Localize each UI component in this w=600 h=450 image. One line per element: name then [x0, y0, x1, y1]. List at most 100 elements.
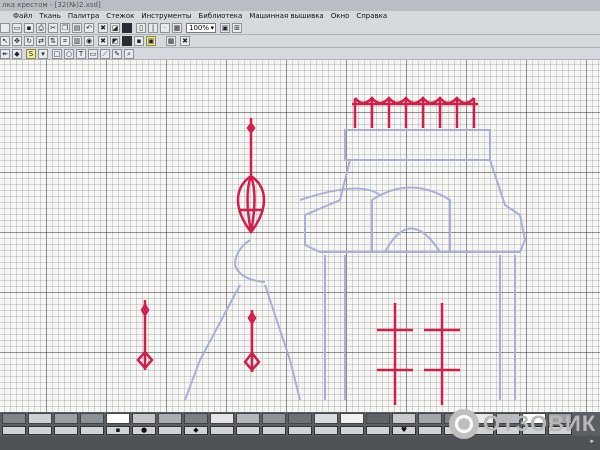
palette-symbol[interactable]: [314, 426, 338, 435]
grid-icon[interactable]: ▦: [172, 23, 182, 33]
full-stitch-icon[interactable]: ✖: [98, 23, 108, 33]
palette-swatch[interactable]: [418, 413, 442, 424]
palette-swatch[interactable]: [288, 413, 312, 424]
grid-toggle-icon[interactable]: ▦: [166, 36, 176, 46]
backstitch-icon[interactable]: ▯: [136, 23, 146, 33]
move-icon[interactable]: ✥: [12, 36, 22, 46]
rectangle-icon[interactable]: □: [52, 49, 62, 59]
palette-icon[interactable]: ◉: [84, 36, 94, 46]
menu-palette[interactable]: Палитра: [68, 11, 99, 22]
spire-outline: [184, 284, 301, 401]
stitch-quarter-icon[interactable]: ◩: [110, 36, 120, 46]
crop-icon[interactable]: ⌗: [60, 36, 70, 46]
menu-tools[interactable]: Инструменты: [141, 11, 191, 22]
palette-symbol[interactable]: [210, 426, 234, 435]
building-outline: [184, 129, 527, 401]
palette-symbol[interactable]: ◆: [184, 426, 208, 435]
cross-toggle-icon[interactable]: ✖: [180, 36, 190, 46]
watermark-logo-icon: [449, 409, 479, 439]
palette-swatch[interactable]: [2, 413, 26, 424]
palette-swatch[interactable]: [28, 413, 52, 424]
menu-file[interactable]: Файл: [13, 11, 32, 22]
paste-icon[interactable]: ▤: [72, 23, 82, 33]
menu-machine-embroidery[interactable]: Машинная вышивка: [249, 11, 323, 22]
palette-swatch[interactable]: [158, 413, 182, 424]
palette-swatch[interactable]: [210, 413, 234, 424]
palette-swatch[interactable]: [236, 413, 260, 424]
save-icon[interactable]: ▪: [24, 23, 34, 33]
toolbar-tools: ↖ ✥ ↻ ⇄ ⇅ ⌗ ▥ ◉ ✖ ◩ ▪ ▣ ▦ ✖: [0, 35, 600, 48]
palette-swatch[interactable]: [262, 413, 286, 424]
pencil-icon[interactable]: ✎: [112, 49, 122, 59]
dropdown-chevron-icon[interactable]: ▾: [38, 49, 48, 59]
mirror-icon[interactable]: ⇄: [36, 36, 46, 46]
stitch-full-icon[interactable]: ✖: [98, 36, 108, 46]
rotate-icon[interactable]: ↻: [24, 36, 34, 46]
palette-symbol[interactable]: [54, 426, 78, 435]
menu-fabric[interactable]: Ткань: [39, 11, 61, 22]
ellipse-icon[interactable]: ○: [64, 49, 74, 59]
new-file-icon[interactable]: [0, 23, 10, 33]
palette-symbol[interactable]: [80, 426, 104, 435]
diamond-icon[interactable]: ◆: [12, 49, 22, 59]
palette-swatch[interactable]: [314, 413, 338, 424]
palette-symbol[interactable]: ▪: [106, 426, 130, 435]
palette-symbol[interactable]: [28, 426, 52, 435]
zoom-fit-icon[interactable]: ⊞: [232, 23, 242, 33]
stitch-solid-icon[interactable]: [122, 36, 132, 46]
print-icon[interactable]: ⎙: [36, 23, 46, 33]
arrow-left-icon[interactable]: ↞: [0, 49, 10, 59]
palette-symbol[interactable]: [418, 426, 442, 435]
palette-swatch[interactable]: [132, 413, 156, 424]
palette-symbol[interactable]: ♥: [392, 426, 416, 435]
pattern-canvas[interactable]: [0, 60, 600, 412]
half-stitch-icon[interactable]: ◪: [110, 23, 120, 33]
palette-swatch[interactable]: [366, 413, 390, 424]
palette-swatch[interactable]: [106, 413, 130, 424]
palette-swatch[interactable]: [184, 413, 208, 424]
palette-symbol[interactable]: [340, 426, 364, 435]
copy-icon[interactable]: ❐: [60, 23, 70, 33]
palette-symbol[interactable]: [288, 426, 312, 435]
palette-symbol[interactable]: [158, 426, 182, 435]
tower-body: [304, 159, 527, 253]
fill-icon[interactable]: [122, 23, 132, 33]
chimney-cap: [344, 129, 491, 161]
french-knot-icon[interactable]: ·: [160, 23, 170, 33]
menu-help[interactable]: Справка: [356, 11, 387, 22]
stitch-petite-icon[interactable]: ▪: [134, 36, 144, 46]
palette-swatch[interactable]: [392, 413, 416, 424]
small-spire-left: [136, 300, 154, 370]
menu-stitch[interactable]: Стежок: [106, 11, 134, 22]
zoom-in-icon[interactable]: ▣: [220, 23, 230, 33]
window-title-bar: лка крестом - [32(№)2.xsd]: [0, 0, 600, 11]
pointer-icon[interactable]: ↖: [0, 36, 10, 46]
open-file-icon[interactable]: ▭: [12, 23, 22, 33]
flip-icon[interactable]: ⇅: [48, 36, 58, 46]
zoom-select[interactable]: 100%: [186, 23, 216, 33]
palette-symbol[interactable]: [236, 426, 260, 435]
eyedropper-icon[interactable]: ⟋: [100, 49, 110, 59]
onion-ribs: [246, 175, 256, 233]
toolbar-drawing: ↞ ◆ S ▾ □ ○ T ▭ ⟋ ✎ ⌕: [0, 48, 600, 60]
line-icon[interactable]: |: [148, 23, 158, 33]
menu-window[interactable]: Окно: [331, 11, 350, 22]
palette-swatch[interactable]: [340, 413, 364, 424]
palette-symbol[interactable]: [2, 426, 26, 435]
magnifier-icon[interactable]: ⌕: [124, 49, 134, 59]
palette-symbol[interactable]: ●: [132, 426, 156, 435]
cut-icon[interactable]: ✂: [48, 23, 58, 33]
text-tool-icon[interactable]: T: [76, 49, 86, 59]
tower-columns: [324, 255, 516, 400]
undo-icon[interactable]: ↶: [84, 23, 94, 33]
select-tool-icon[interactable]: S: [26, 49, 36, 59]
eraser-icon[interactable]: ▭: [88, 49, 98, 59]
window-crosses: [377, 303, 460, 405]
layer-icon[interactable]: ▥: [72, 36, 82, 46]
palette-swatch[interactable]: [54, 413, 78, 424]
menu-library[interactable]: Библиотека: [198, 11, 242, 22]
stitch-selected-icon[interactable]: ▣: [146, 36, 156, 46]
palette-symbol[interactable]: [262, 426, 286, 435]
palette-symbol[interactable]: [366, 426, 390, 435]
palette-swatch[interactable]: [80, 413, 104, 424]
